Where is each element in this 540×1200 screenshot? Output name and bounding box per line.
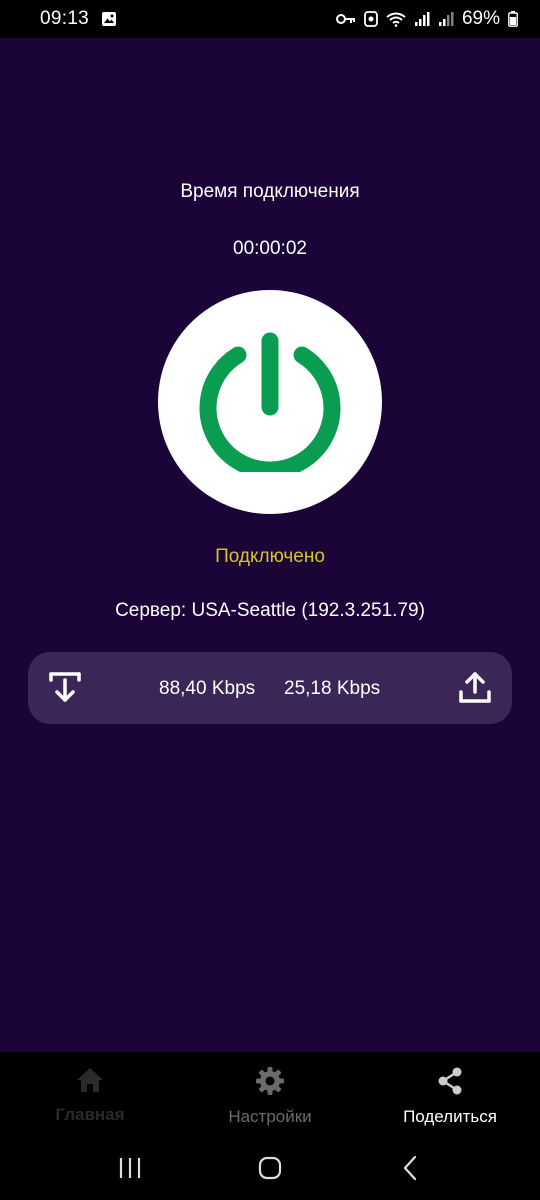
nav-label-settings: Настройки bbox=[228, 1107, 312, 1126]
wifi-icon bbox=[386, 11, 406, 27]
connection-status: Подключено bbox=[215, 546, 325, 567]
home-button[interactable] bbox=[240, 1146, 300, 1190]
share-icon bbox=[435, 1066, 465, 1101]
download-speed: 88,40 Kbps bbox=[159, 678, 256, 699]
signal-icon bbox=[438, 11, 454, 27]
bottom-nav: Главная Настройки Поделиться bbox=[0, 1052, 540, 1136]
power-button[interactable] bbox=[158, 290, 382, 514]
image-icon bbox=[101, 11, 117, 27]
upload-speed: 25,18 Kbps bbox=[284, 678, 381, 699]
upload-icon bbox=[458, 670, 492, 709]
download-icon bbox=[48, 670, 82, 709]
power-icon bbox=[198, 328, 342, 479]
nav-item-home[interactable]: Главная bbox=[0, 1052, 180, 1136]
vpn-icon bbox=[364, 11, 378, 27]
connection-timer: 00:00:02 bbox=[233, 238, 307, 259]
nav-label-home: Главная bbox=[55, 1105, 125, 1124]
server-info: Сервер: USA-Seattle (192.3.251.79) bbox=[115, 600, 425, 621]
recent-apps-button[interactable] bbox=[100, 1146, 160, 1190]
connection-time-label: Время подключения bbox=[180, 181, 360, 202]
status-left: 09:13 bbox=[40, 8, 117, 30]
battery-icon bbox=[508, 11, 518, 27]
home-icon bbox=[75, 1066, 105, 1099]
system-nav-bar bbox=[0, 1136, 540, 1200]
gear-icon bbox=[255, 1066, 285, 1101]
status-right: 69% bbox=[335, 8, 518, 30]
nav-item-share[interactable]: Поделиться bbox=[360, 1052, 540, 1136]
nav-label-share: Поделиться bbox=[403, 1107, 497, 1126]
status-time: 09:13 bbox=[40, 8, 90, 29]
signal-icon bbox=[414, 11, 430, 27]
nav-item-settings[interactable]: Настройки bbox=[180, 1052, 360, 1136]
key-icon bbox=[335, 13, 356, 25]
speed-panel: 88,40 Kbps 25,18 Kbps bbox=[28, 652, 512, 724]
back-button[interactable] bbox=[380, 1146, 440, 1190]
vpn-screen: 09:13 69% Время подключения 00:00:02 Под… bbox=[0, 0, 540, 1200]
battery-percent: 69% bbox=[461, 8, 500, 29]
status-bar: 09:13 69% bbox=[0, 0, 540, 38]
